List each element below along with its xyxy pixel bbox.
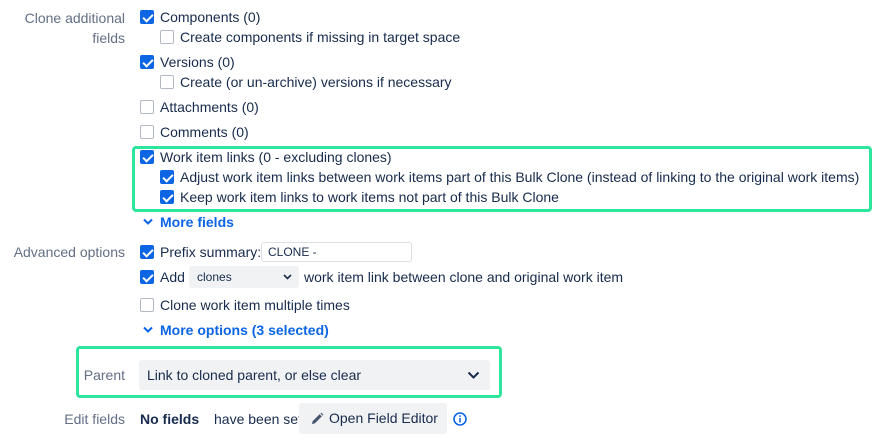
keep-links-checkbox[interactable]	[160, 190, 174, 204]
more-fields-label: More fields	[160, 214, 234, 230]
info-icon[interactable]	[453, 412, 467, 426]
comments-label: Comments (0)	[160, 124, 249, 140]
no-fields-bold: No fields	[140, 411, 200, 427]
prefix-summary-label: Prefix summary:	[160, 244, 262, 260]
more-options-label: More options (3 selected)	[160, 322, 329, 338]
chevron-down-icon	[143, 218, 153, 225]
link-type-select[interactable]: clones	[189, 266, 299, 288]
chevron-down-icon	[143, 326, 153, 333]
parent-select-value: Link to cloned parent, or else clear	[147, 367, 362, 383]
chevron-down-icon	[283, 274, 292, 280]
link-type-value: clones	[197, 270, 232, 284]
keep-links-label: Keep work item links to work items not p…	[180, 189, 559, 205]
link-type-suffix: work item link between clone and origina…	[304, 269, 624, 285]
prefix-summary-checkbox[interactable]	[140, 245, 154, 259]
prefix-summary-input[interactable]: CLONE -	[261, 242, 412, 262]
open-field-editor-label: Open Field Editor	[329, 410, 438, 426]
create-versions-label: Create (or un-archive) versions if neces…	[180, 74, 452, 90]
parent-select[interactable]: Link to cloned parent, or else clear	[139, 360, 490, 390]
create-components-label: Create components if missing in target s…	[180, 29, 461, 45]
attachments-label: Attachments (0)	[160, 99, 259, 115]
clone-fields-label-line1: Clone additional	[24, 10, 125, 26]
create-versions-checkbox[interactable]	[160, 75, 174, 89]
chevron-down-icon	[467, 371, 480, 379]
work-item-links-label: Work item links (0 - excluding clones)	[160, 149, 392, 165]
adjust-links-checkbox[interactable]	[160, 170, 174, 184]
components-checkbox[interactable]	[140, 10, 154, 24]
work-item-links-checkbox[interactable]	[140, 150, 154, 164]
edit-fields-label: Edit fields	[64, 411, 125, 427]
open-field-editor-button[interactable]: Open Field Editor	[299, 403, 447, 434]
clone-additional-fields-label: Clone additional fields	[0, 8, 125, 48]
add-link-checkbox[interactable]	[140, 270, 154, 284]
comments-checkbox[interactable]	[140, 125, 154, 139]
create-components-checkbox[interactable]	[160, 30, 174, 44]
components-label: Components (0)	[160, 9, 261, 25]
versions-label: Versions (0)	[160, 54, 235, 70]
clone-multiple-checkbox[interactable]	[140, 298, 154, 312]
advanced-options-label: Advanced options	[13, 244, 125, 260]
clone-fields-label-line2: fields	[92, 30, 125, 46]
attachments-checkbox[interactable]	[140, 100, 154, 114]
adjust-links-label: Adjust work item links between work item…	[180, 169, 860, 185]
clone-multiple-label: Clone work item multiple times	[160, 297, 350, 313]
no-fields-rest: have been set	[214, 411, 302, 427]
versions-checkbox[interactable]	[140, 55, 154, 69]
pencil-icon	[312, 412, 324, 424]
add-label: Add	[160, 269, 185, 285]
